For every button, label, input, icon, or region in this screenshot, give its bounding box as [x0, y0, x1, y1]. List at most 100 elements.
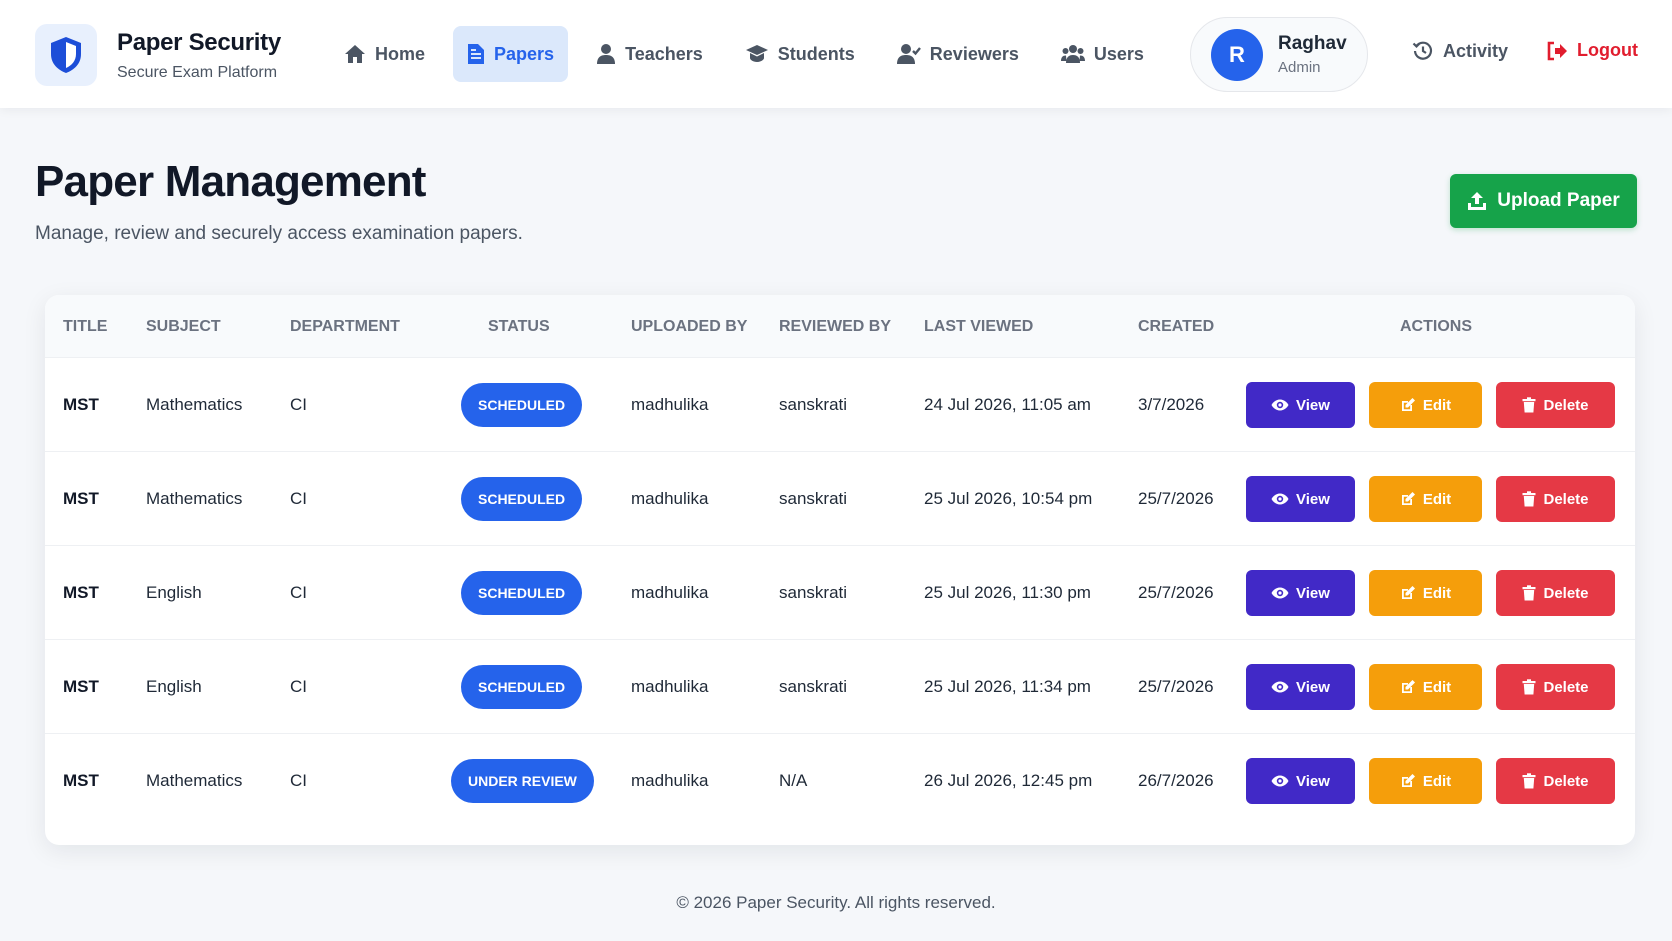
logout-icon	[1546, 41, 1568, 61]
cell-status: SCHEDULED	[461, 358, 583, 452]
column-header-title: TITLE	[63, 318, 108, 335]
cell-title: MST	[63, 771, 99, 790]
view-label: View	[1296, 772, 1330, 790]
column-header-subject: SUBJECT	[146, 318, 221, 335]
nav-label: Papers	[494, 43, 555, 64]
cell-title: MST	[63, 677, 99, 696]
cell-reviewed-by: N/A	[779, 771, 808, 790]
shield-icon	[35, 24, 97, 86]
cell-subject: English	[146, 677, 202, 696]
upload-icon	[1467, 191, 1487, 211]
view-button[interactable]: View	[1246, 570, 1355, 616]
page-title: Paper Management	[35, 157, 426, 206]
cell-uploaded-by: madhulika	[631, 489, 709, 508]
delete-button[interactable]: Delete	[1496, 382, 1615, 428]
brand[interactable]: Paper Security Secure Exam Platform	[35, 24, 281, 86]
cell-last-viewed: 25 Jul 2026, 11:30 pm	[924, 583, 1091, 602]
table-row: MST Mathematics CI UNDER REVIEW madhulika N/A…	[45, 733, 1635, 827]
delete-button[interactable]: Delete	[1496, 758, 1615, 804]
delete-label: Delete	[1543, 678, 1589, 696]
cell-created: 25/7/2026	[1138, 489, 1214, 508]
cell-title: MST	[63, 395, 99, 414]
delete-label: Delete	[1543, 772, 1589, 790]
document-icon	[467, 43, 485, 65]
cell-subject: Mathematics	[146, 395, 243, 414]
activity-link[interactable]: Activity	[1412, 40, 1508, 62]
logout-link[interactable]: Logout	[1546, 40, 1638, 61]
eye-icon	[1271, 399, 1289, 411]
edit-label: Edit	[1422, 396, 1452, 414]
eye-icon	[1271, 493, 1289, 505]
nav-item-students[interactable]: Students	[731, 26, 869, 82]
edit-button[interactable]: Edit	[1369, 664, 1482, 710]
trash-icon	[1522, 397, 1536, 413]
user-profile[interactable]: R Raghav Admin	[1190, 17, 1368, 92]
cell-created: 26/7/2026	[1138, 771, 1214, 790]
nav-item-home[interactable]: Home	[330, 26, 439, 82]
nav-item-teachers[interactable]: Teachers	[582, 26, 717, 82]
delete-label: Delete	[1543, 490, 1589, 508]
user-role: Admin	[1278, 59, 1321, 76]
eye-icon	[1271, 587, 1289, 599]
column-header-created: CREATED	[1138, 318, 1215, 335]
cell-reviewed-by: sanskrati	[779, 677, 848, 696]
cell-department: CI	[290, 771, 307, 790]
cell-uploaded-by: madhulika	[631, 583, 709, 602]
cell-status: SCHEDULED	[461, 640, 583, 734]
column-header-department: DEPARTMENT	[290, 318, 400, 335]
view-button[interactable]: View	[1246, 382, 1355, 428]
edit-icon	[1400, 773, 1416, 789]
view-button[interactable]: View	[1246, 664, 1355, 710]
delete-button[interactable]: Delete	[1496, 570, 1615, 616]
main-nav: Home Papers Teachers Students Reviewers	[330, 26, 1172, 82]
delete-button[interactable]: Delete	[1496, 664, 1615, 710]
cell-last-viewed: 25 Jul 2026, 10:54 pm	[924, 489, 1093, 508]
papers-table: TITLE SUBJECT DEPARTMENT STATUS UPLOADED…	[45, 295, 1635, 845]
brand-title: Paper Security	[117, 28, 281, 56]
column-header-last-viewed: LAST VIEWED	[924, 318, 1034, 335]
edit-button[interactable]: Edit	[1369, 382, 1482, 428]
table-row: MST English CI SCHEDULED madhulika sanskrati 2…	[45, 545, 1635, 639]
table-row: MST Mathematics CI SCHEDULED madhulika sanskr…	[45, 357, 1635, 451]
cell-reviewed-by: sanskrati	[779, 583, 848, 602]
cell-status: UNDER REVIEW	[451, 734, 594, 828]
user-name: Raghav	[1278, 33, 1347, 54]
edit-button[interactable]: Edit	[1369, 758, 1482, 804]
column-header-status: STATUS	[488, 318, 550, 335]
delete-label: Delete	[1543, 396, 1589, 414]
edit-button[interactable]: Edit	[1369, 570, 1482, 616]
cell-status: SCHEDULED	[461, 452, 583, 546]
graduation-cap-icon	[745, 44, 769, 64]
delete-button[interactable]: Delete	[1496, 476, 1615, 522]
view-button[interactable]: View	[1246, 758, 1355, 804]
edit-icon	[1400, 397, 1416, 413]
trash-icon	[1522, 585, 1536, 601]
nav-item-users[interactable]: Users	[1047, 26, 1158, 82]
table-row: MST Mathematics CI SCHEDULED madhulika sanskr…	[45, 451, 1635, 545]
edit-button[interactable]: Edit	[1369, 476, 1482, 522]
cell-created: 25/7/2026	[1138, 677, 1214, 696]
cell-uploaded-by: madhulika	[631, 771, 709, 790]
column-header-uploaded-by: UPLOADED BY	[631, 318, 748, 335]
view-label: View	[1296, 490, 1330, 508]
users-icon	[1060, 44, 1085, 64]
top-navbar: Paper Security Secure Exam Platform Home…	[0, 0, 1672, 108]
brand-subtitle: Secure Exam Platform	[117, 63, 278, 81]
cell-reviewed-by: sanskrati	[779, 395, 848, 414]
status-badge: SCHEDULED	[461, 571, 583, 615]
view-button[interactable]: View	[1246, 476, 1355, 522]
nav-item-papers[interactable]: Papers	[453, 26, 569, 82]
cell-last-viewed: 25 Jul 2026, 11:34 pm	[924, 677, 1091, 696]
history-icon	[1412, 40, 1434, 62]
nav-label: Home	[375, 43, 426, 64]
edit-label: Edit	[1422, 772, 1452, 790]
table-row: MST English CI SCHEDULED madhulika sanskrati 2…	[45, 639, 1635, 733]
status-badge: SCHEDULED	[461, 477, 583, 521]
nav-item-reviewers[interactable]: Reviewers	[883, 26, 1033, 82]
cell-reviewed-by: sanskrati	[779, 489, 848, 508]
edit-label: Edit	[1422, 678, 1452, 696]
status-badge: UNDER REVIEW	[451, 759, 594, 803]
view-label: View	[1296, 678, 1330, 696]
status-badge: SCHEDULED	[461, 665, 583, 709]
upload-paper-button[interactable]: Upload Paper	[1450, 174, 1637, 228]
